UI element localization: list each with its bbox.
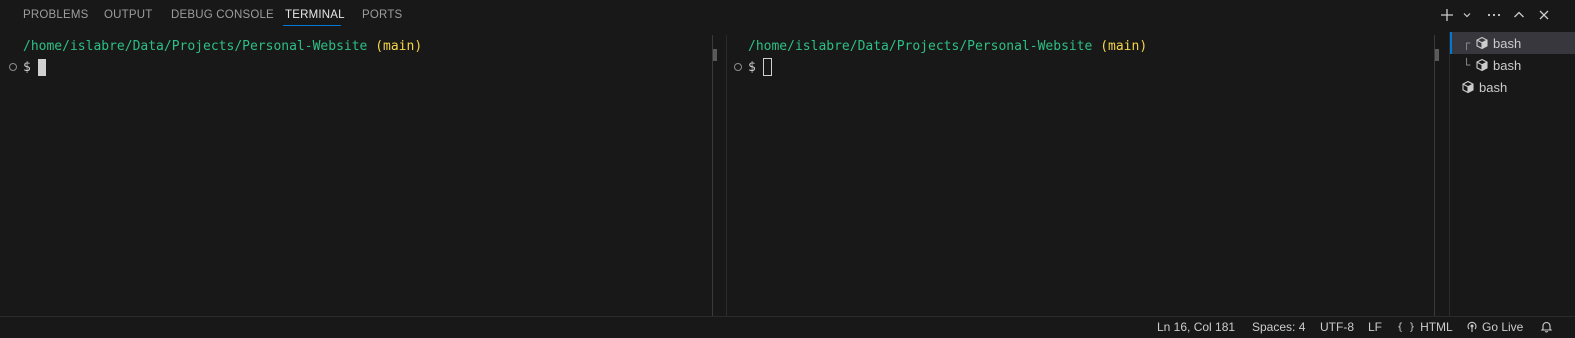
terminal-bash-icon xyxy=(1462,80,1474,94)
terminal-left[interactable]: /home/islabre/Data/Projects/Personal-Web… xyxy=(0,33,712,316)
language-label: HTML xyxy=(1420,320,1453,334)
terminal-cursor xyxy=(37,58,46,76)
tab-ports[interactable]: PORTS xyxy=(362,9,402,21)
scrollbar-thumb[interactable] xyxy=(1435,49,1439,61)
tab-terminal[interactable]: TERMINAL xyxy=(285,9,345,21)
terminal-tab-label: bash xyxy=(1479,79,1508,95)
tree-connector: └ xyxy=(1463,58,1471,72)
bell-icon[interactable] xyxy=(1540,320,1553,333)
go-live-label: Go Live xyxy=(1482,320,1524,334)
end-of-line[interactable]: LF xyxy=(1368,320,1382,334)
ellipsis-icon[interactable] xyxy=(1483,4,1505,26)
language-mode[interactable]: { } HTML xyxy=(1397,320,1453,334)
git-branch: (main) xyxy=(375,39,423,54)
tab-problems[interactable]: PROBLEMS xyxy=(23,9,89,21)
tab-debug-console[interactable]: DEBUG CONSOLE xyxy=(171,9,274,21)
terminal-tab-label: bash xyxy=(1493,35,1522,51)
git-branch: (main) xyxy=(1100,39,1148,54)
status-bar: Ln 16, Col 181 Spaces: 4 UTF-8 LF { } HT… xyxy=(0,316,1575,338)
chevron-down-icon[interactable] xyxy=(1460,4,1474,26)
prompt-line: $ xyxy=(734,58,772,76)
plus-icon[interactable] xyxy=(1436,4,1458,26)
prompt-symbol: $ xyxy=(748,59,756,75)
terminal-tab-bash-2[interactable]: └ bash xyxy=(1450,54,1575,76)
chevron-up-icon[interactable] xyxy=(1508,4,1530,26)
braces-icon: { } xyxy=(1397,321,1416,333)
terminal-tab-bash-3[interactable]: bash xyxy=(1450,76,1575,98)
terminal-tabs-list: ┌ bash └ bash bash xyxy=(1449,32,1575,316)
terminal-tab-bash-1[interactable]: ┌ bash xyxy=(1450,32,1575,54)
terminal-scrollbar-track[interactable] xyxy=(712,35,713,316)
tab-output[interactable]: OUTPUT xyxy=(104,9,152,21)
scrollbar-thumb[interactable] xyxy=(713,49,717,61)
terminal-bash-icon xyxy=(1476,36,1488,50)
close-icon[interactable] xyxy=(1533,4,1555,26)
broadcast-icon xyxy=(1467,321,1477,332)
terminal-panel: PROBLEMS OUTPUT DEBUG CONSOLE TERMINAL P… xyxy=(0,0,1575,316)
terminal-path-line: /home/islabre/Data/Projects/Personal-Web… xyxy=(23,39,422,54)
terminal-path-line: /home/islabre/Data/Projects/Personal-Web… xyxy=(748,39,1147,54)
go-live-button[interactable]: Go Live xyxy=(1466,320,1523,334)
encoding[interactable]: UTF-8 xyxy=(1320,320,1354,334)
panel-tab-bar: PROBLEMS OUTPUT DEBUG CONSOLE TERMINAL P… xyxy=(0,0,1575,32)
terminal-tab-label: bash xyxy=(1493,57,1522,73)
prompt-line: $ xyxy=(9,58,46,76)
active-tab-indicator xyxy=(283,25,341,26)
indentation[interactable]: Spaces: 4 xyxy=(1252,320,1305,334)
cwd-path: /home/islabre/Data/Projects/Personal-Web… xyxy=(748,39,1093,54)
tree-connector: ┌ xyxy=(1463,36,1471,50)
prompt-symbol: $ xyxy=(23,59,31,75)
terminal-right[interactable]: /home/islabre/Data/Projects/Personal-Web… xyxy=(726,33,1434,316)
command-decoration-icon[interactable] xyxy=(734,63,742,71)
cwd-path: /home/islabre/Data/Projects/Personal-Web… xyxy=(23,39,368,54)
terminal-bash-icon xyxy=(1476,58,1488,72)
terminal-cursor xyxy=(762,58,772,76)
terminal-scrollbar-track[interactable] xyxy=(1434,35,1435,316)
command-decoration-icon[interactable] xyxy=(9,63,17,71)
cursor-position[interactable]: Ln 16, Col 181 xyxy=(1157,320,1235,334)
